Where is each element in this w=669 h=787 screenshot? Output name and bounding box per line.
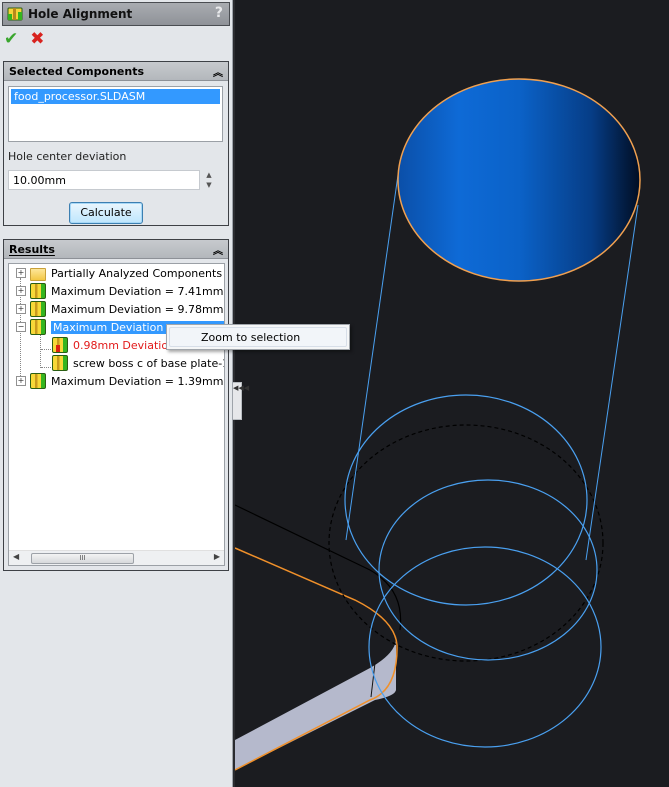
collapse-panel-tab[interactable]: ◀◀◀ <box>232 382 249 420</box>
tree-item-hole[interactable]: screw boss c of base plate-1 <box>48 354 225 372</box>
hole-center-deviation-label: Hole center deviation <box>8 150 127 163</box>
hole-group-icon <box>30 283 46 299</box>
property-manager: Hole Alignment ? ✔ ✖ Selected Components… <box>0 0 233 787</box>
context-menu: Zoom to selection <box>166 324 350 350</box>
collapse-chevron-icon[interactable]: ︽ <box>213 64 223 79</box>
spin-down-icon[interactable]: ▼ <box>202 180 216 190</box>
expand-plus-icon[interactable]: + <box>16 304 26 314</box>
tree-item-partial[interactable]: + Partially Analyzed Components <box>16 264 222 282</box>
collapse-minus-icon[interactable]: − <box>16 322 26 332</box>
expand-plus-icon[interactable]: + <box>16 286 26 296</box>
selected-components-header[interactable]: Selected Components ︽ <box>4 62 228 81</box>
spin-up-icon[interactable]: ▲ <box>202 170 216 180</box>
hole-deviation-icon <box>52 337 68 353</box>
hole-group-icon <box>30 319 46 335</box>
tree-line <box>40 332 41 368</box>
scroll-thumb[interactable]: III <box>31 553 134 564</box>
deviation-spinner[interactable]: ▲ ▼ <box>202 170 216 192</box>
panel-title-bar: Hole Alignment ? <box>2 2 230 26</box>
tree-item-label: Partially Analyzed Components <box>51 266 223 280</box>
calculate-button[interactable]: Calculate <box>69 202 143 224</box>
ok-check-icon[interactable]: ✔ <box>4 30 18 48</box>
scroll-right-icon[interactable]: ▶ <box>214 552 220 561</box>
tree-item-label: 0.98mm Deviation <box>73 338 176 352</box>
scroll-left-icon[interactable]: ◀ <box>13 552 19 561</box>
selected-components-title: Selected Components <box>9 64 145 78</box>
expand-plus-icon[interactable]: + <box>16 376 26 386</box>
tree-item-deviation-group[interactable]: + Maximum Deviation = 9.78mm <box>16 300 223 318</box>
cylinder-top-face[interactable] <box>397 78 641 282</box>
results-header[interactable]: Results ︽ <box>4 240 228 259</box>
folder-icon <box>30 265 46 281</box>
panel-title: Hole Alignment <box>28 7 133 21</box>
results-group: Results ︽ + Partially Analyzed Component… <box>3 239 229 571</box>
tree-item-label: Maximum Deviation = 1.39mm <box>51 374 224 388</box>
cancel-x-icon[interactable]: ✖ <box>30 30 44 48</box>
tree-item-hole-deviation[interactable]: 0.98mm Deviation <box>48 336 175 354</box>
list-item[interactable]: food_processor.SLDASM <box>11 89 220 104</box>
tree-item-deviation-group[interactable]: + Maximum Deviation = 7.41mm <box>16 282 223 300</box>
selected-components-group: Selected Components ︽ food_processor.SLD… <box>3 61 229 226</box>
expand-plus-icon[interactable]: + <box>16 268 26 278</box>
hole-icon <box>52 355 68 371</box>
hole-group-icon <box>30 373 46 389</box>
tree-item-label: screw boss c of base plate-1 <box>73 356 225 370</box>
help-icon[interactable]: ? <box>215 5 223 21</box>
collapse-chevron-icon[interactable]: ︽ <box>213 242 223 257</box>
tree-item-label: Maximum Deviation = 7.41mm <box>51 284 224 298</box>
hole-alignment-icon <box>7 7 23 21</box>
menu-item-zoom-to-selection[interactable]: Zoom to selection <box>169 327 347 347</box>
graphics-viewport[interactable] <box>235 0 669 787</box>
results-tree[interactable]: + Partially Analyzed Components + Maximu… <box>8 263 225 566</box>
tree-item-label: Maximum Deviation = 9.78mm <box>51 302 224 316</box>
hole-group-icon <box>30 301 46 317</box>
tree-item-deviation-group[interactable]: + Maximum Deviation = 1.39mm <box>16 372 223 390</box>
results-title: Results <box>9 242 55 256</box>
hole-center-deviation-input[interactable]: 10.00mm <box>8 170 200 190</box>
selected-components-list[interactable]: food_processor.SLDASM <box>8 86 223 142</box>
horizontal-scrollbar[interactable]: ◀ III ▶ <box>9 550 224 565</box>
